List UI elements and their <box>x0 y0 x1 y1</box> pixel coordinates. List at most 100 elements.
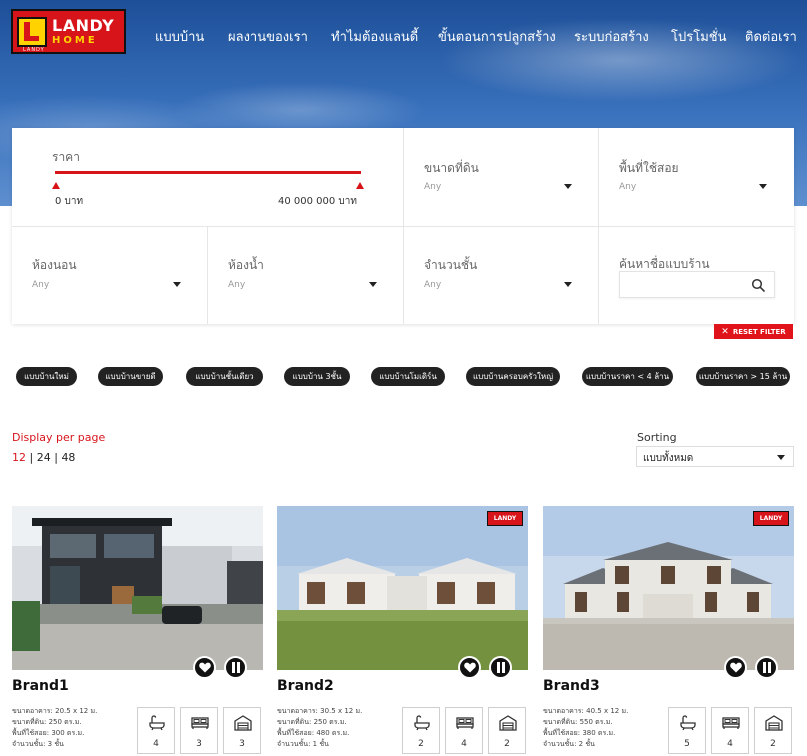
tag-three-storey[interactable]: แบบบ้าน 3ชั้น <box>284 367 350 386</box>
nav-item-our-works[interactable]: ผลงานของเรา <box>228 26 308 47</box>
garage-icon <box>499 715 517 731</box>
bedroom-count-value: 4 <box>727 739 733 749</box>
garage-icon <box>765 715 783 731</box>
bedroom-count: 4 <box>711 707 749 754</box>
per-page-12[interactable]: 12 <box>12 451 26 464</box>
house-photo[interactable]: LANDY <box>543 506 794 670</box>
chevron-down-icon <box>564 282 572 287</box>
house-specs: ขนาดอาคาร: 20.5 x 12 ม. ขนาดที่ดิน: 250 … <box>12 706 97 750</box>
favorite-button[interactable] <box>724 656 747 679</box>
land-size-value: Any <box>424 182 442 192</box>
price-range-track[interactable] <box>55 171 361 174</box>
house-photo-image <box>543 506 794 670</box>
logo-sub: HOME <box>52 34 98 46</box>
pause-icon <box>496 662 505 673</box>
bedroom-count: 4 <box>445 707 483 754</box>
chevron-down-icon <box>759 184 767 189</box>
logo-tiny-text: LANDY <box>23 47 45 53</box>
bedrooms-filter[interactable]: ห้องนอน Any <box>12 227 208 324</box>
heart-icon <box>729 662 742 673</box>
house-photo[interactable] <box>12 506 263 670</box>
close-icon: ✕ <box>721 326 729 337</box>
tag-modern[interactable]: แบบบ้านโมเดิร์น <box>371 367 445 386</box>
tag-single-storey[interactable]: แบบบ้านชั้นเดียว <box>186 367 263 386</box>
per-page-48[interactable]: 48 <box>61 451 75 464</box>
spec-usable-area: พื้นที่ใช้สอย: 300 ตร.ม. <box>12 729 85 737</box>
brand-logo[interactable]: LANDY HOME LANDY <box>11 9 126 54</box>
sorting-label: Sorting <box>637 431 677 444</box>
house-photo-image <box>12 506 263 670</box>
favorite-button[interactable] <box>458 656 481 679</box>
spec-land-size: ขนาดที่ดิน: 550 ตร.ม. <box>543 718 613 726</box>
price-max-handle[interactable] <box>356 182 364 189</box>
bathroom-count: 4 <box>137 707 175 754</box>
tag-big-family[interactable]: แบบบ้านครอบครัวใหญ่ <box>466 367 560 386</box>
tag-under-4m[interactable]: แบบบ้านราคา < 4 ล้าน <box>582 367 673 386</box>
search-input[interactable] <box>619 271 775 298</box>
sorting-select[interactable]: แบบทั้งหมด <box>636 446 794 467</box>
house-specs: ขนาดอาคาร: 40.5 x 12 ม. ขนาดที่ดิน: 550 … <box>543 706 628 750</box>
house-title[interactable]: Brand1 <box>12 678 69 694</box>
nav-item-promotion[interactable]: โปรโมชั่น <box>671 26 726 47</box>
usable-area-label: พื้นที่ใช้สอย <box>619 161 679 175</box>
display-per-page-options: 12 | 24 | 48 <box>12 451 75 464</box>
bed-icon <box>456 717 474 729</box>
bedrooms-label: ห้องนอน <box>32 258 77 272</box>
garage-icon <box>234 715 252 731</box>
price-max-value: 40 000 000 บาท <box>278 196 357 207</box>
tag-over-15m[interactable]: แบบบ้านราคา > 15 ล้าน <box>696 367 790 386</box>
bathtub-icon <box>680 715 696 731</box>
spec-land-size: ขนาดที่ดิน: 250 ตร.ม. <box>277 718 347 726</box>
search-icon[interactable] <box>751 278 765 292</box>
nav-item-build-steps[interactable]: ขั้นตอนการปลูกสร้าง <box>438 26 556 47</box>
bedroom-count-value: 3 <box>196 739 202 749</box>
bedroom-count: 3 <box>180 707 218 754</box>
compare-button[interactable] <box>489 656 512 679</box>
land-size-filter[interactable]: ขนาดที่ดิน Any <box>404 128 599 227</box>
tag-best-seller[interactable]: แบบบ้านขายดี <box>98 367 163 386</box>
bedroom-count-value: 4 <box>461 739 467 749</box>
house-specs: ขนาดอาคาร: 30.5 x 12 ม. ขนาดที่ดิน: 250 … <box>277 706 362 750</box>
spec-floors: จำนวนชั้น: 2 ชั้น <box>543 740 595 748</box>
garage-count: 2 <box>754 707 792 754</box>
house-card[interactable]: LANDY Brand2 ขนาดอาคาร: 30.5 x 12 ม. ขนา… <box>277 506 528 756</box>
per-page-24[interactable]: 24 <box>37 451 51 464</box>
usable-area-filter[interactable]: พื้นที่ใช้สอย Any <box>599 128 794 227</box>
bathroom-count-value: 2 <box>418 739 424 749</box>
house-photo-image <box>277 506 528 670</box>
reset-filter-label: RESET FILTER <box>732 327 786 336</box>
house-card[interactable]: Brand1 ขนาดอาคาร: 20.5 x 12 ม. ขนาดที่ดิ… <box>12 506 263 756</box>
garage-count-value: 2 <box>504 739 510 749</box>
spec-building-size: ขนาดอาคาร: 30.5 x 12 ม. <box>277 707 363 715</box>
house-photo[interactable]: LANDY <box>277 506 528 670</box>
favorite-button[interactable] <box>193 656 216 679</box>
floors-filter[interactable]: จำนวนชั้น Any <box>404 227 599 324</box>
spec-land-size: ขนาดที่ดิน: 250 ตร.ม. <box>12 718 82 726</box>
bathroom-count-value: 5 <box>684 739 690 749</box>
compare-button[interactable] <box>224 656 247 679</box>
logo-mark-icon <box>17 16 47 47</box>
spec-building-size: ขนาดอาคาร: 20.5 x 12 ม. <box>12 707 98 715</box>
nav-item-why-landy[interactable]: ทำไมต้องแลนดี้ <box>331 26 418 47</box>
spec-usable-area: พื้นที่ใช้สอย: 380 ตร.ม. <box>543 729 616 737</box>
chevron-down-icon <box>369 282 377 287</box>
bed-icon <box>191 717 209 729</box>
bathrooms-filter[interactable]: ห้องน้ำ Any <box>208 227 404 324</box>
nav-item-house-plans[interactable]: แบบบ้าน <box>155 26 204 47</box>
reset-filter-button[interactable]: ✕ RESET FILTER <box>714 324 793 339</box>
house-card[interactable]: LANDY Brand3 ขนาดอาคาร: 40.5 x 12 ม. ขนา… <box>543 506 794 756</box>
nav-item-contact[interactable]: ติดต่อเรา <box>745 26 797 47</box>
bathroom-count: 2 <box>402 707 440 754</box>
house-title[interactable]: Brand2 <box>277 678 334 694</box>
compare-button[interactable] <box>755 656 778 679</box>
tag-new-house[interactable]: แบบบ้านใหม่ <box>16 367 77 386</box>
house-title[interactable]: Brand3 <box>543 678 600 694</box>
price-min-value: 0 บาท <box>55 196 84 207</box>
nav-item-construction-system[interactable]: ระบบก่อสร้าง <box>574 26 649 47</box>
filter-panel: ราคา 0 บาท 40 000 000 บาท ขนาดที่ดิน Any… <box>12 128 794 324</box>
spec-usable-area: พื้นที่ใช้สอย: 480 ตร.ม. <box>277 729 350 737</box>
price-min-handle[interactable] <box>52 182 60 189</box>
pause-icon <box>231 662 240 673</box>
bathroom-count: 5 <box>668 707 706 754</box>
chevron-down-icon <box>777 455 785 460</box>
